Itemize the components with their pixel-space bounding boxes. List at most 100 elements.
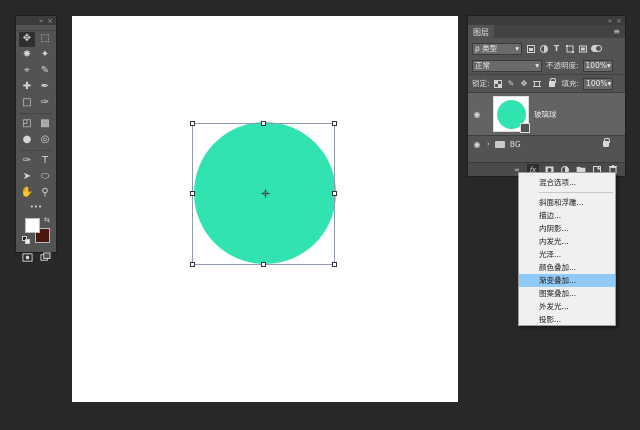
smart-object-filter-icon[interactable] — [578, 44, 587, 53]
visibility-eye-icon[interactable]: ◉ — [472, 110, 482, 119]
tool-row: ✚ ✒ — [16, 79, 56, 95]
lock-position-icon[interactable]: ✥ — [520, 79, 529, 88]
tool-row: ● ◎ — [16, 132, 56, 148]
visibility-eye-icon[interactable]: ◉ — [472, 140, 482, 149]
filter-toggle-icon[interactable] — [591, 45, 602, 52]
filter-row: ρ 类型 ▾ T — [468, 40, 625, 57]
lock-transparent-icon[interactable] — [494, 79, 503, 88]
healing-brush-icon[interactable]: ✚ — [19, 80, 35, 95]
tool-rows: ✥ ⬚ ✸ ✦ ⌖ ✎ ✚ ✒ □ ✑ ◰ ▩ ● ◎ ✑ T ➤ ⬭ ✋ ⚲ — [16, 31, 56, 201]
transform-handle-top-left[interactable] — [190, 121, 195, 126]
brush-icon[interactable]: ✒ — [37, 80, 53, 95]
chevron-down-icon: ▾ — [607, 79, 612, 88]
transform-handle-left[interactable] — [190, 191, 195, 196]
marquee-icon[interactable]: ⬚ — [37, 32, 53, 47]
path-selection-icon[interactable]: ➤ — [19, 170, 35, 185]
menu-item[interactable]: 内阴影... — [519, 222, 615, 235]
menu-item[interactable]: 外发光... — [519, 300, 615, 313]
screen-mode-icon[interactable] — [37, 250, 53, 265]
lock-image-icon[interactable]: ✎ — [507, 79, 516, 88]
chevron-down-icon: ▾ — [535, 61, 539, 70]
blend-mode-dropdown[interactable]: 正常 ▾ — [472, 59, 542, 72]
tool-row: ◰ ▩ — [16, 116, 56, 132]
zoom-icon[interactable]: ⚲ — [37, 186, 53, 201]
menu-item[interactable]: 颜色叠加... — [519, 261, 615, 274]
transform-center-point-icon[interactable] — [261, 189, 270, 198]
tab-layers[interactable]: 图层 — [468, 25, 494, 38]
tool-row: ✥ ⬚ — [16, 31, 56, 47]
blur-icon[interactable]: ● — [19, 133, 35, 148]
tools-panel-titlebar: » × — [16, 16, 56, 25]
opacity-value: 100% — [585, 61, 607, 70]
transform-handle-top-right[interactable] — [332, 121, 337, 126]
artboard-lock-icon[interactable] — [533, 79, 542, 88]
collapse-icon[interactable]: » — [608, 17, 612, 25]
fill-label: 填充: — [561, 79, 580, 88]
type-icon[interactable]: T — [37, 154, 53, 169]
pixel-filter-icon[interactable] — [526, 44, 535, 53]
layer-thumbnail[interactable] — [493, 96, 530, 133]
layer-filter-label: ρ 类型 — [475, 44, 498, 53]
menu-item[interactable]: 光泽... — [519, 248, 615, 261]
default-colors-icon[interactable] — [22, 236, 30, 244]
opacity-label: 不透明度: — [546, 61, 579, 70]
close-icon[interactable]: × — [47, 17, 53, 25]
menu-item[interactable]: 渐变叠加... — [519, 274, 615, 287]
magic-wand-icon[interactable]: ✦ — [37, 48, 53, 63]
tool-row: ✸ ✦ — [16, 47, 56, 63]
layers-panel-titlebar: » × — [468, 16, 625, 25]
layers-tab-row: 图层 ≡ — [468, 25, 625, 38]
tool-row: ✋ ⚲ — [16, 185, 56, 201]
shape-filter-icon[interactable] — [565, 44, 574, 53]
menu-item[interactable]: 斜面和浮雕... — [519, 196, 615, 209]
ellipse-tool-icon[interactable]: ⬭ — [37, 170, 53, 185]
hand-icon[interactable]: ✋ — [19, 186, 35, 201]
tool-row: ⌖ ✎ — [16, 63, 56, 79]
adjustment-filter-icon[interactable] — [539, 44, 548, 53]
quick-mask-icon[interactable] — [19, 250, 35, 265]
clone-stamp-icon[interactable]: □ — [19, 96, 35, 111]
eraser-icon[interactable]: ◰ — [19, 117, 35, 132]
transform-handle-bottom-right[interactable] — [332, 262, 337, 267]
group-name[interactable]: BG — [510, 140, 521, 149]
fill-field[interactable]: 100% ▾ — [583, 77, 614, 90]
foreground-color-swatch[interactable] — [25, 218, 40, 233]
document-canvas[interactable] — [72, 16, 458, 402]
collapse-icon[interactable]: » — [39, 17, 43, 25]
menu-item[interactable]: 混合选项... — [519, 176, 615, 189]
lasso-icon[interactable]: ✸ — [19, 48, 35, 63]
mode-row — [16, 249, 56, 265]
dodge-icon[interactable]: ◎ — [37, 133, 53, 148]
transform-handle-right[interactable] — [332, 191, 337, 196]
eyedropper-icon[interactable]: ✎ — [37, 64, 53, 79]
close-icon[interactable]: × — [616, 17, 622, 25]
layer-row-bg-group[interactable]: ◉ › BG — [468, 136, 625, 152]
type-filter-icon[interactable]: T — [552, 44, 561, 53]
layer-row-glass-ball[interactable]: ◉ 玻璃球 — [468, 92, 625, 136]
menu-item[interactable]: 图案叠加... — [519, 287, 615, 300]
folder-icon — [494, 140, 505, 148]
swap-colors-icon[interactable]: ⇆ — [44, 216, 50, 224]
lock-icon — [603, 138, 610, 147]
transform-handle-bottom[interactable] — [261, 262, 266, 267]
chevron-down-icon: ▾ — [515, 44, 519, 53]
layer-name[interactable]: 玻璃球 — [534, 109, 557, 120]
expand-arrow-icon[interactable]: › — [487, 140, 490, 148]
history-brush-icon[interactable]: ✑ — [37, 96, 53, 111]
layer-filter-dropdown[interactable]: ρ 类型 ▾ — [472, 42, 522, 55]
menu-item[interactable]: 投影... — [519, 313, 615, 326]
lock-all-icon[interactable] — [548, 77, 556, 87]
transform-handle-top[interactable] — [261, 121, 266, 126]
panel-menu-icon[interactable]: ≡ — [608, 25, 625, 38]
gradient-icon[interactable]: ▩ — [37, 117, 53, 132]
menu-item[interactable]: 描边... — [519, 209, 615, 222]
tool-row: ➤ ⬭ — [16, 169, 56, 185]
transform-handle-bottom-left[interactable] — [190, 262, 195, 267]
pen-icon[interactable]: ✑ — [19, 154, 35, 169]
menu-item[interactable]: 内发光... — [519, 235, 615, 248]
more-tools-icon[interactable]: ••• — [16, 201, 56, 213]
move-icon[interactable]: ✥ — [19, 31, 35, 47]
opacity-field[interactable]: 100% ▾ — [582, 59, 613, 72]
chevron-down-icon: ▾ — [606, 61, 611, 70]
crop-icon[interactable]: ⌖ — [19, 64, 35, 79]
